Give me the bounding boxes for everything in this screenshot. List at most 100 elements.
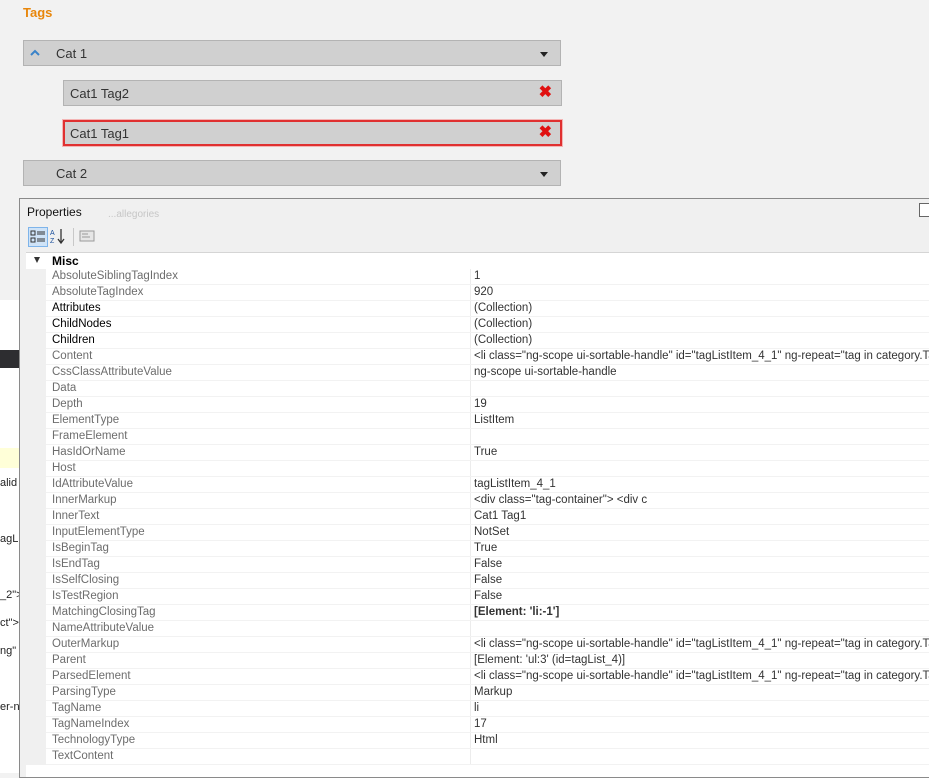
column-divider[interactable] [470, 653, 471, 669]
property-row[interactable]: Content <li class="ng-scope ui-sortable-h… [26, 349, 929, 365]
properties-titlebar[interactable]: Properties ...allegories [20, 199, 929, 223]
remove-tag-icon[interactable]: ✖ [539, 124, 552, 142]
property-value[interactable]: Html [474, 734, 929, 746]
property-row[interactable]: IsSelfClosing False [26, 573, 929, 589]
property-row[interactable]: IsBeginTag True [26, 541, 929, 557]
property-row[interactable]: FrameElement [26, 429, 929, 445]
column-divider[interactable] [470, 269, 471, 285]
property-row[interactable]: NameAttributeValue [26, 621, 929, 637]
collapse-triangle-icon[interactable] [34, 257, 40, 263]
property-value[interactable]: (Collection) [474, 318, 929, 330]
column-divider[interactable] [470, 365, 471, 381]
column-divider[interactable] [470, 701, 471, 717]
alphabetical-sort-icon[interactable]: A Z [49, 227, 69, 247]
chevron-up-icon[interactable] [30, 48, 40, 58]
column-divider[interactable] [470, 445, 471, 461]
column-divider[interactable] [470, 429, 471, 445]
property-row[interactable]: IsTestRegion False [26, 589, 929, 605]
column-divider[interactable] [470, 477, 471, 493]
property-value[interactable]: False [474, 558, 929, 570]
property-row[interactable]: InputElementType NotSet [26, 525, 929, 541]
property-value[interactable]: 1 [474, 270, 929, 282]
property-value[interactable]: <li class="ng-scope ui-sortable-handle" … [474, 638, 929, 650]
caret-down-icon[interactable] [540, 52, 548, 57]
column-divider[interactable] [470, 413, 471, 429]
column-divider[interactable] [470, 397, 471, 413]
tag-item-selected[interactable]: Cat1 Tag1 ✖ [63, 120, 562, 146]
property-value[interactable]: li [474, 702, 929, 714]
property-row[interactable]: Data [26, 381, 929, 397]
property-value[interactable]: NotSet [474, 526, 929, 538]
column-divider[interactable] [470, 461, 471, 477]
property-row[interactable]: IsEndTag False [26, 557, 929, 573]
column-divider[interactable] [470, 381, 471, 397]
column-divider[interactable] [470, 749, 471, 765]
property-row[interactable]: ElementType ListItem [26, 413, 929, 429]
column-divider[interactable] [470, 589, 471, 605]
property-row[interactable]: ParsingType Markup [26, 685, 929, 701]
property-row[interactable]: Attributes (Collection) [26, 301, 929, 317]
column-divider[interactable] [470, 317, 471, 333]
property-row[interactable]: TagName li [26, 701, 929, 717]
categorized-view-icon[interactable] [28, 227, 48, 247]
property-row[interactable]: ChildNodes (Collection) [26, 317, 929, 333]
column-divider[interactable] [470, 605, 471, 621]
property-value[interactable]: Cat1 Tag1 [474, 510, 929, 522]
remove-tag-icon[interactable]: ✖ [539, 84, 552, 102]
property-row[interactable]: ParsedElement <li class="ng-scope ui-sort… [26, 669, 929, 685]
property-value[interactable]: <li class="ng-scope ui-sortable-handle" … [474, 670, 929, 682]
column-divider[interactable] [470, 349, 471, 365]
category-header-misc[interactable]: Misc [26, 253, 929, 269]
column-divider[interactable] [470, 525, 471, 541]
column-divider[interactable] [470, 557, 471, 573]
property-row[interactable]: MatchingClosingTag [Element: 'li:-1'] [26, 605, 929, 621]
property-row[interactable]: Depth 19 [26, 397, 929, 413]
column-divider[interactable] [470, 685, 471, 701]
property-row[interactable]: TechnologyType Html [26, 733, 929, 749]
column-divider[interactable] [470, 669, 471, 685]
category-bar-cat2[interactable]: Cat 2 [23, 160, 561, 186]
property-value[interactable]: 920 [474, 286, 929, 298]
property-value[interactable]: 17 [474, 718, 929, 730]
column-divider[interactable] [470, 493, 471, 509]
property-row[interactable]: Parent [Element: 'ul:3' (id=tagList_4)] [26, 653, 929, 669]
property-value[interactable]: (Collection) [474, 302, 929, 314]
column-divider[interactable] [470, 285, 471, 301]
column-divider[interactable] [470, 717, 471, 733]
property-value[interactable]: 19 [474, 398, 929, 410]
property-value[interactable]: Markup [474, 686, 929, 698]
column-divider[interactable] [470, 333, 471, 349]
property-value[interactable]: ListItem [474, 414, 929, 426]
column-divider[interactable] [470, 621, 471, 637]
property-value[interactable]: True [474, 542, 929, 554]
property-value[interactable]: <li class="ng-scope ui-sortable-handle" … [474, 350, 929, 362]
property-value[interactable]: ng-scope ui-sortable-handle [474, 366, 929, 378]
property-value[interactable]: <div class="tag-container"> <div c [474, 494, 929, 506]
column-divider[interactable] [470, 733, 471, 749]
property-row[interactable]: AbsoluteSiblingTagIndex 1 [26, 269, 929, 285]
property-row[interactable]: Host [26, 461, 929, 477]
maximize-button[interactable] [919, 203, 929, 217]
caret-down-icon[interactable] [540, 172, 548, 177]
column-divider[interactable] [470, 573, 471, 589]
property-row[interactable]: HasIdOrName True [26, 445, 929, 461]
property-row[interactable]: InnerText Cat1 Tag1 [26, 509, 929, 525]
property-value[interactable]: False [474, 574, 929, 586]
column-divider[interactable] [470, 637, 471, 653]
property-row[interactable]: AbsoluteTagIndex 920 [26, 285, 929, 301]
property-value[interactable]: [Element: 'li:-1'] [474, 606, 929, 618]
column-divider[interactable] [470, 509, 471, 525]
property-row[interactable]: InnerMarkup <div class="tag-container"> … [26, 493, 929, 509]
column-divider[interactable] [470, 541, 471, 557]
property-row[interactable]: OuterMarkup <li class="ng-scope ui-sortab… [26, 637, 929, 653]
property-row[interactable]: Children (Collection) [26, 333, 929, 349]
property-row[interactable]: IdAttributeValue tagListItem_4_1 [26, 477, 929, 493]
property-value[interactable]: True [474, 446, 929, 458]
property-pages-icon[interactable] [78, 227, 98, 247]
column-divider[interactable] [470, 301, 471, 317]
property-value[interactable]: [Element: 'ul:3' (id=tagList_4)] [474, 654, 929, 666]
property-row[interactable]: TagNameIndex 17 [26, 717, 929, 733]
category-bar-cat1[interactable]: Cat 1 [23, 40, 561, 66]
property-value[interactable]: (Collection) [474, 334, 929, 346]
property-value[interactable]: False [474, 590, 929, 602]
